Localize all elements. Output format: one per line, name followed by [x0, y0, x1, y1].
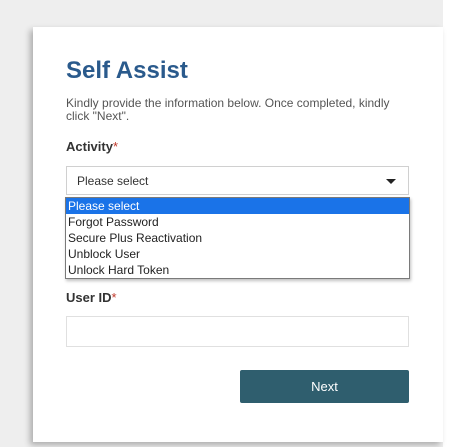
- userid-input[interactable]: [66, 316, 409, 347]
- option-forgot-password[interactable]: Forgot Password: [66, 214, 409, 230]
- required-mark: *: [111, 290, 117, 305]
- userid-label: User ID*: [66, 290, 117, 305]
- page-title: Self Assist: [66, 57, 188, 84]
- option-secure-plus-reactivation[interactable]: Secure Plus Reactivation: [66, 230, 409, 246]
- activity-select[interactable]: Please select: [66, 166, 409, 195]
- option-please-select[interactable]: Please select: [66, 198, 409, 214]
- page-background: Self Assist Kindly provide the informati…: [0, 0, 452, 447]
- required-mark: *: [112, 139, 119, 154]
- option-unblock-user[interactable]: Unblock User: [66, 246, 409, 262]
- option-unlock-hard-token[interactable]: Unlock Hard Token: [66, 262, 409, 278]
- right-edge: [443, 0, 452, 447]
- next-button[interactable]: Next: [240, 370, 409, 403]
- activity-select-value: Please select: [77, 174, 149, 188]
- activity-label-text: Activity: [66, 139, 113, 154]
- userid-label-text: User ID: [66, 290, 112, 305]
- activity-label: Activity*: [66, 139, 118, 154]
- intro-text: Kindly provide the information below. On…: [66, 96, 390, 123]
- activity-dropdown-list: Please select Forgot Password Secure Plu…: [65, 197, 410, 279]
- self-assist-card: Self Assist Kindly provide the informati…: [33, 27, 443, 442]
- caret-down-icon: [386, 179, 396, 184]
